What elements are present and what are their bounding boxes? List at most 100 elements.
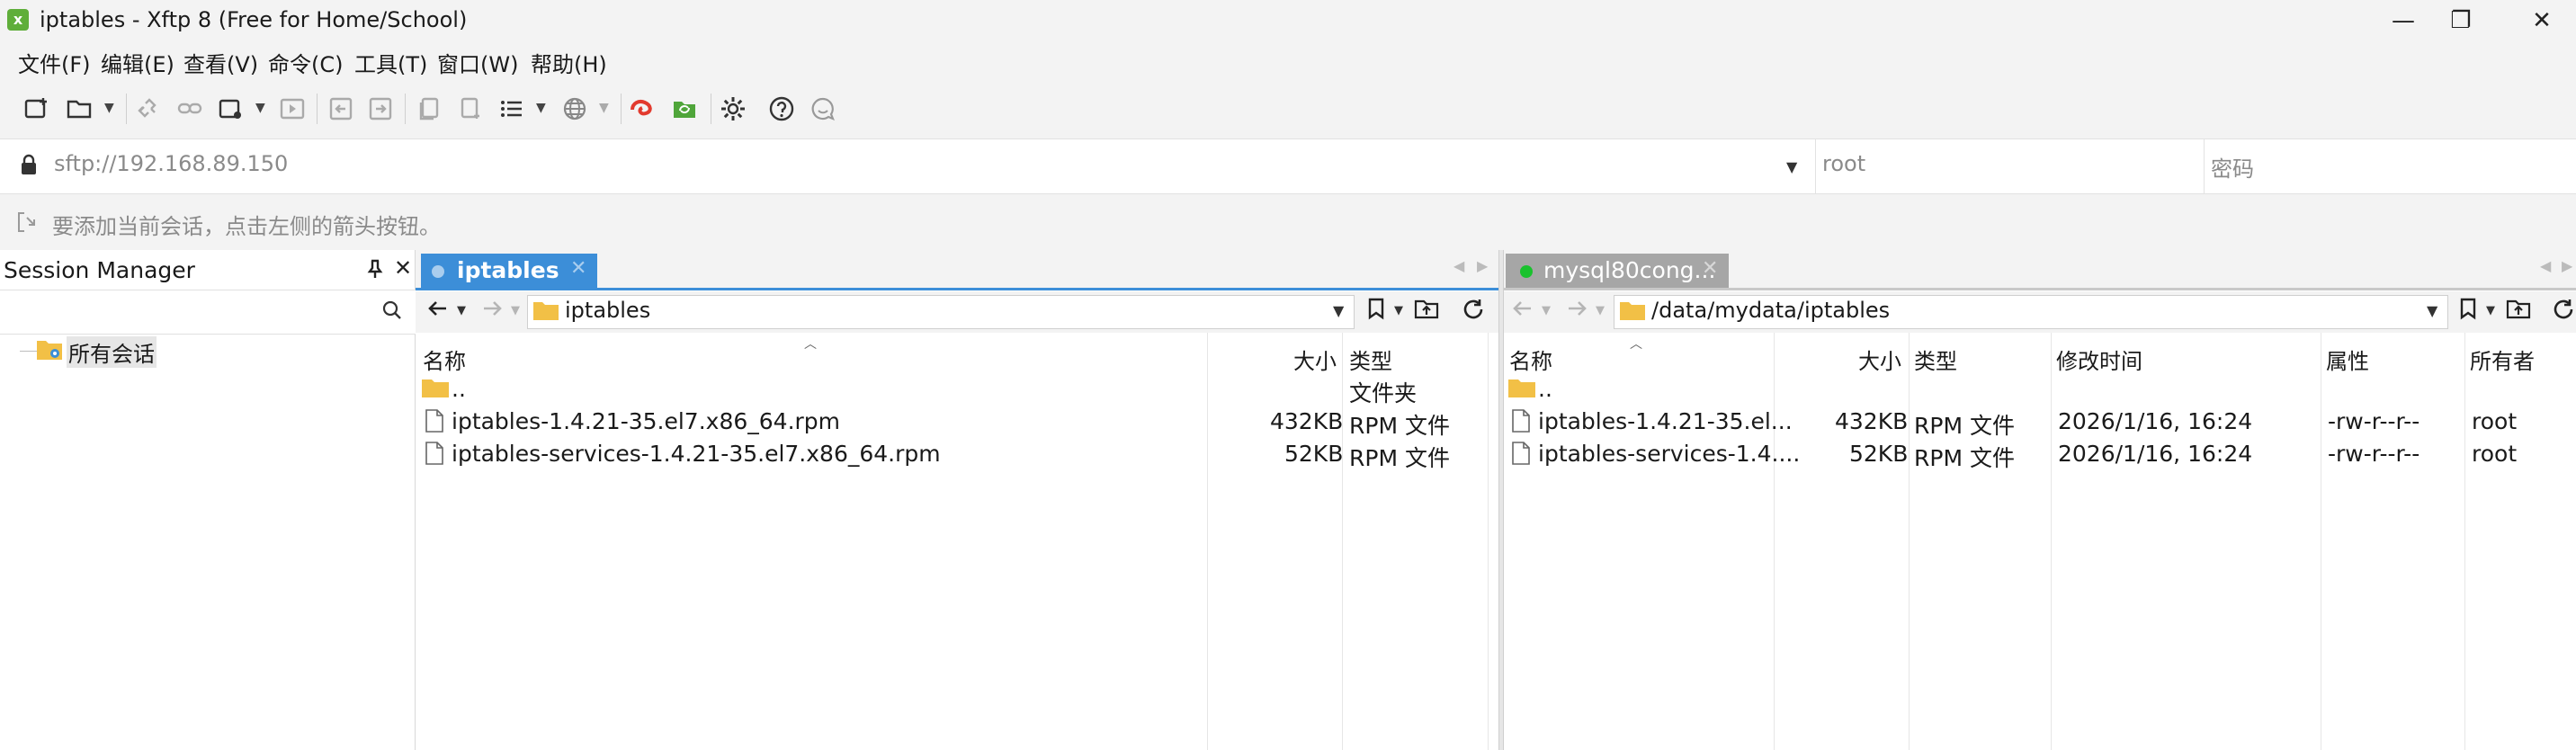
open-dropdown-icon[interactable]: ▼ [104, 101, 114, 115]
parent-folder-icon[interactable] [1414, 297, 1439, 326]
file-name[interactable]: .. [452, 376, 466, 402]
column-header-type[interactable]: 类型 [1914, 344, 1957, 375]
file-name[interactable]: iptables-1.4.21-35.el7.x86_64.rpm [452, 408, 840, 434]
search-icon[interactable] [381, 299, 403, 326]
new-window-icon[interactable] [216, 94, 246, 124]
forward-dropdown-icon[interactable]: ▼ [511, 304, 520, 317]
left-path-text[interactable]: iptables [565, 298, 650, 323]
transfer-right-icon[interactable] [365, 94, 396, 124]
column-divider[interactable] [1488, 333, 1489, 750]
column-header-name[interactable]: 名称 [1509, 344, 1552, 375]
path-dropdown-icon[interactable]: ▼ [1333, 302, 1344, 319]
chat-icon[interactable] [808, 94, 838, 124]
right-file-list[interactable] [1504, 333, 2576, 750]
password-field[interactable] [2204, 138, 2576, 194]
open-folder-icon[interactable] [65, 94, 95, 124]
tab-close-icon[interactable]: ✕ [570, 257, 586, 280]
copy-icon[interactable] [414, 94, 444, 124]
tab-label[interactable]: mysql80cong... [1543, 257, 1715, 283]
tab-scroll-right-icon[interactable]: ▶ [2562, 257, 2572, 274]
column-divider[interactable] [2051, 333, 2052, 750]
column-divider[interactable] [1909, 333, 1910, 750]
list-view-dropdown-icon[interactable]: ▼ [536, 101, 546, 115]
column-header-type[interactable]: 类型 [1349, 344, 1392, 375]
tab-scroll-left-icon[interactable]: ◀ [1453, 257, 1464, 274]
disconnect-icon[interactable] [133, 94, 164, 124]
bookmark-dropdown-icon[interactable]: ▼ [1394, 304, 1403, 317]
address-dropdown-icon[interactable]: ▼ [1786, 158, 1797, 175]
forward-dropdown-icon[interactable]: ▼ [1596, 304, 1605, 317]
add-session-arrow-icon[interactable] [16, 210, 43, 239]
menu-command[interactable]: 命令(C) [268, 47, 343, 78]
play-icon[interactable] [277, 94, 308, 124]
session-manager-title: Session Manager [4, 257, 195, 283]
left-file-list[interactable] [416, 333, 1498, 750]
menu-window[interactable]: 窗口(W) [437, 47, 518, 78]
file-name[interactable]: .. [1538, 376, 1552, 402]
column-divider[interactable] [2464, 333, 2465, 750]
tab-scroll-left-icon[interactable]: ◀ [2540, 257, 2551, 274]
xftp-icon[interactable] [669, 94, 700, 124]
menu-tools[interactable]: 工具(T) [354, 47, 427, 78]
file-owner: root [2472, 441, 2518, 467]
file-name[interactable]: iptables-services-1.4.... [1538, 441, 1800, 467]
column-divider[interactable] [1774, 333, 1775, 750]
maximize-button[interactable]: ❐ [2427, 0, 2495, 41]
tab-label[interactable]: iptables [457, 257, 559, 283]
column-header-attributes[interactable]: 属性 [2326, 344, 2369, 375]
back-dropdown-icon[interactable]: ▼ [457, 304, 466, 317]
file-name[interactable]: iptables-services-1.4.21-35.el7.x86_64.r… [452, 441, 941, 467]
link-icon[interactable] [174, 94, 205, 124]
menu-edit[interactable]: 编辑(E) [101, 47, 174, 78]
file-type: RPM 文件 [1349, 445, 1450, 471]
file-name[interactable]: iptables-1.4.21-35.el... [1538, 408, 1793, 434]
paste-icon[interactable] [455, 94, 486, 124]
xshell-icon[interactable] [628, 94, 658, 124]
list-view-icon[interactable] [496, 94, 527, 124]
column-header-size[interactable]: 大小 [1858, 344, 1901, 375]
menu-file[interactable]: 文件(F) [18, 47, 91, 78]
back-arrow-icon[interactable] [426, 297, 450, 326]
column-divider[interactable] [1207, 333, 1208, 750]
username-placeholder[interactable]: root [1822, 151, 1865, 176]
gear-icon[interactable] [718, 94, 748, 124]
close-button[interactable]: ✕ [2508, 0, 2576, 41]
menu-help[interactable]: 帮助(H) [531, 47, 607, 78]
username-field[interactable] [1815, 138, 2204, 194]
column-header-modified[interactable]: 修改时间 [2056, 344, 2142, 375]
tab-close-icon[interactable]: ✕ [1702, 257, 1718, 280]
bookmark-icon[interactable] [2457, 297, 2479, 326]
forward-arrow-icon[interactable] [480, 297, 504, 326]
menu-view[interactable]: 查看(V) [183, 47, 258, 78]
session-search-input[interactable] [0, 290, 416, 335]
password-placeholder[interactable]: 密码 [2211, 151, 2254, 183]
refresh-icon[interactable] [1461, 297, 1486, 328]
new-session-icon[interactable] [22, 94, 52, 124]
bookmark-dropdown-icon[interactable]: ▼ [2486, 304, 2495, 317]
refresh-icon[interactable] [2551, 297, 2576, 328]
column-divider[interactable] [1342, 333, 1343, 750]
back-arrow-icon[interactable] [1511, 297, 1534, 326]
pin-icon[interactable] [367, 259, 383, 283]
column-header-size[interactable]: 大小 [1293, 344, 1337, 375]
help-icon[interactable] [766, 94, 797, 124]
session-manager-close-icon[interactable]: ✕ [394, 255, 412, 281]
parent-folder-icon[interactable] [2506, 297, 2531, 326]
tab-scroll-right-icon[interactable]: ▶ [1477, 257, 1488, 274]
globe-icon[interactable] [559, 94, 590, 124]
transfer-left-icon[interactable] [326, 94, 356, 124]
file-modified: 2026/1/16, 16:24 [2058, 441, 2253, 467]
new-window-dropdown-icon[interactable]: ▼ [255, 101, 265, 115]
right-path-text[interactable]: /data/mydata/iptables [1651, 298, 1890, 323]
address-input[interactable]: sftp://192.168.89.150 [54, 151, 288, 176]
path-dropdown-icon[interactable]: ▼ [2427, 302, 2437, 319]
file-icon [425, 441, 444, 466]
back-dropdown-icon[interactable]: ▼ [1542, 304, 1551, 317]
bookmark-icon[interactable] [1365, 297, 1387, 326]
column-header-name[interactable]: 名称 [423, 344, 466, 375]
tree-node-all-sessions[interactable]: 所有会话 [67, 336, 157, 368]
column-header-owner[interactable]: 所有者 [2470, 344, 2535, 375]
forward-arrow-icon[interactable] [1565, 297, 1588, 326]
left-path-input[interactable] [527, 295, 1355, 329]
globe-dropdown-icon[interactable]: ▼ [599, 101, 609, 115]
